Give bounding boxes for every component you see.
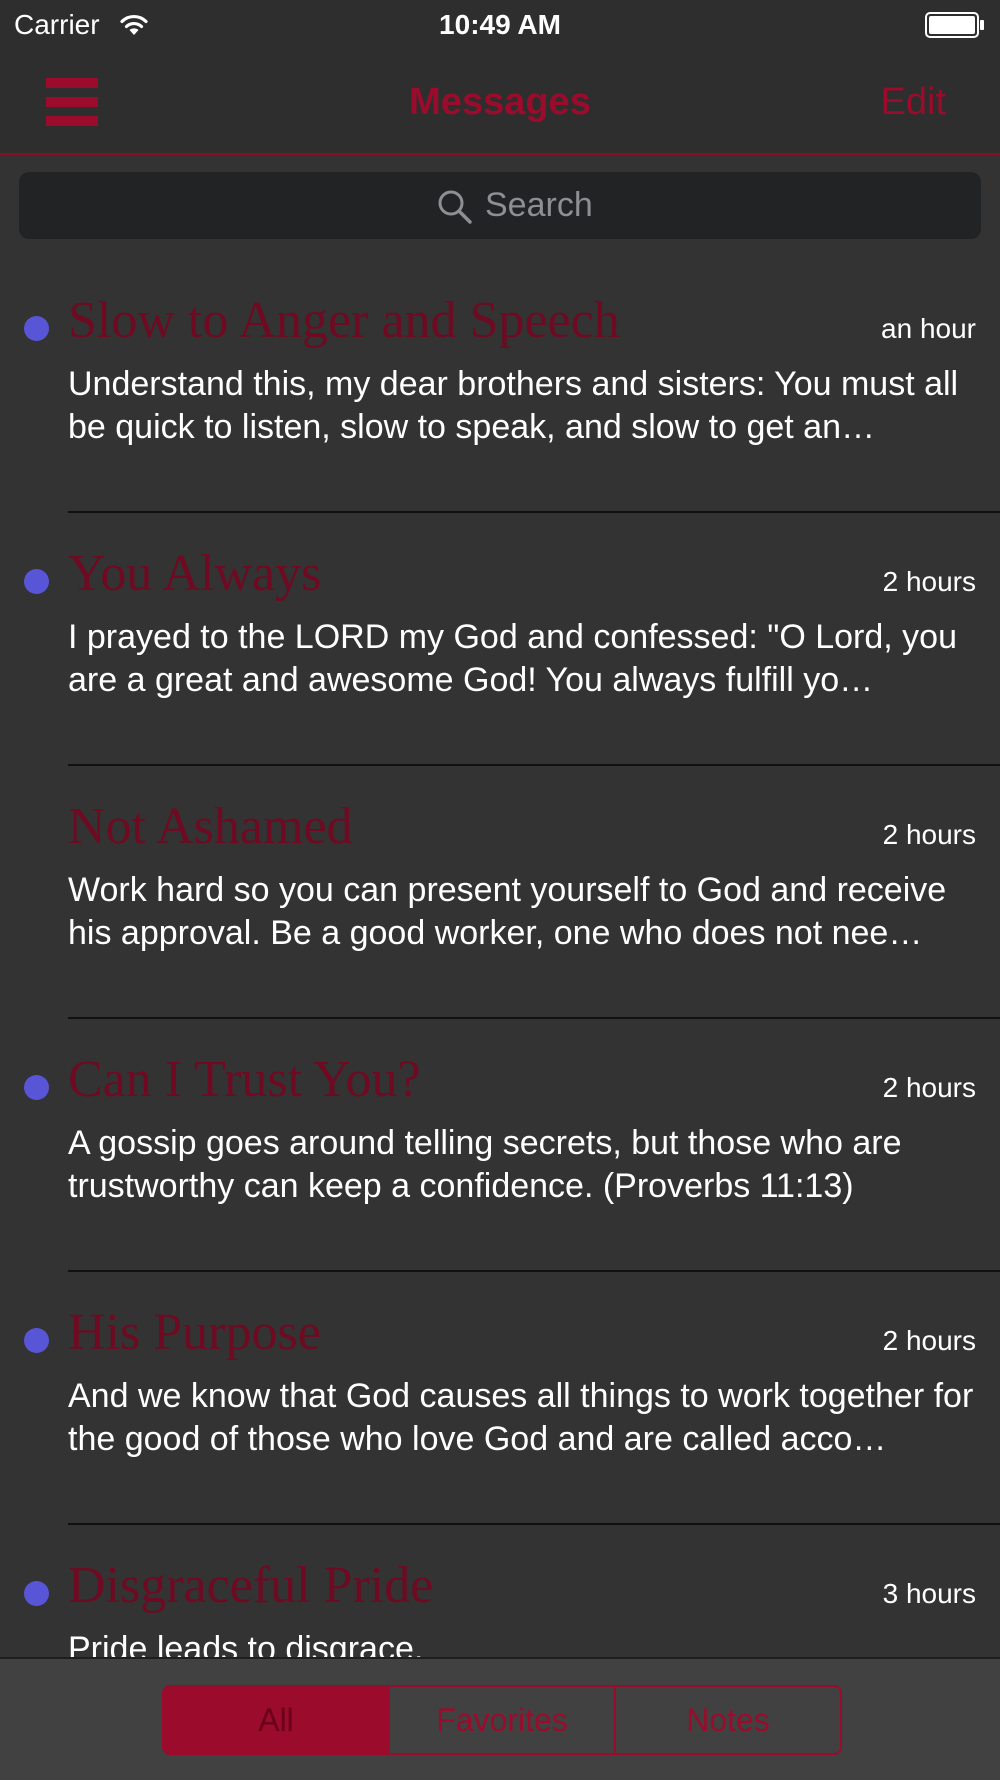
message-title: His Purpose (68, 1304, 321, 1361)
navigation-bar: Messages Edit (0, 50, 1000, 155)
search-bar[interactable] (19, 172, 981, 239)
message-preview: And we know that God causes all things t… (68, 1377, 974, 1458)
tab-notes[interactable]: Notes (614, 1687, 840, 1753)
message-preview: Understand this, my dear brothers and si… (68, 365, 959, 446)
filter-bar: All Favorites Notes (0, 1657, 1000, 1780)
search-input[interactable] (485, 182, 785, 228)
message-item[interactable]: His Purpose 2 hours And we know that God… (0, 1272, 1000, 1525)
message-title: Disgraceful Pride (68, 1557, 434, 1614)
message-time: 2 hours (882, 566, 976, 597)
message-title: You Always (68, 545, 322, 602)
message-item[interactable]: You Always 2 hours I prayed to the LORD … (0, 513, 1000, 766)
message-item[interactable]: Disgraceful Pride 3 hours Pride leads to… (0, 1525, 1000, 1657)
tab-favorites[interactable]: Favorites (388, 1687, 614, 1753)
search-icon (438, 190, 472, 224)
edit-button[interactable]: Edit (881, 80, 946, 124)
unread-indicator (24, 1328, 49, 1353)
unread-indicator (24, 1581, 49, 1606)
status-bar: Carrier 10:49 AM (0, 0, 1000, 50)
message-preview: A gossip goes around telling secrets, bu… (68, 1124, 902, 1205)
unread-indicator (24, 569, 49, 594)
message-time: 2 hours (882, 1325, 976, 1356)
message-time: 2 hours (882, 819, 976, 850)
message-item[interactable]: Not Ashamed 2 hours Work hard so you can… (0, 766, 1000, 1019)
message-preview: Work hard so you can present yourself to… (68, 871, 947, 952)
filter-segmented-control: All Favorites Notes (162, 1685, 842, 1755)
message-time: 3 hours (882, 1578, 976, 1609)
unread-indicator (24, 1075, 49, 1100)
battery-icon (925, 12, 984, 38)
message-title: Slow to Anger and Speech (68, 292, 620, 349)
unread-indicator (24, 316, 49, 341)
status-time: 10:49 AM (439, 9, 561, 40)
page-title: Messages (409, 81, 591, 123)
message-item[interactable]: Slow to Anger and Speech an hour Underst… (0, 260, 1000, 513)
message-list[interactable]: Slow to Anger and Speech an hour Underst… (0, 260, 1000, 1657)
message-title: Can I Trust You? (68, 1051, 421, 1108)
message-preview: Pride leads to disgrace, (68, 1630, 424, 1657)
tab-all[interactable]: All (164, 1687, 388, 1753)
message-preview: I prayed to the LORD my God and confesse… (68, 618, 957, 699)
message-item[interactable]: Can I Trust You? 2 hours A gossip goes a… (0, 1019, 1000, 1272)
message-title: Not Ashamed (68, 798, 353, 855)
message-time: 2 hours (882, 1072, 976, 1103)
message-time: an hour (881, 313, 976, 344)
